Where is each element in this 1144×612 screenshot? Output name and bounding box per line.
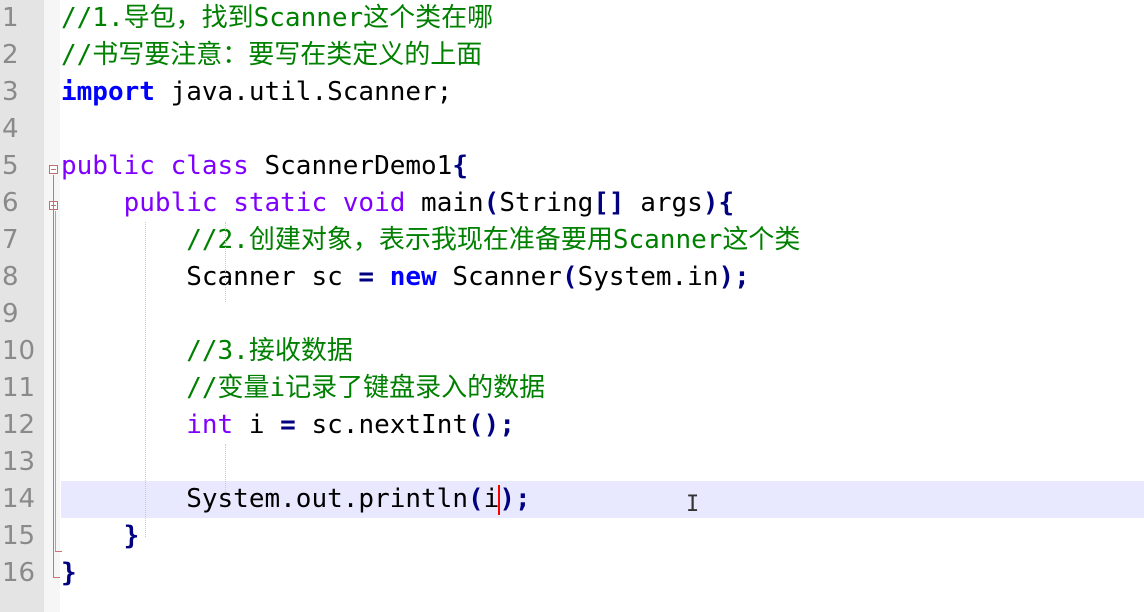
code-token-op: ();: [468, 410, 515, 440]
code-line[interactable]: 4: [0, 111, 1144, 148]
code-line[interactable]: 12 int i = sc.nextInt();: [0, 407, 1144, 444]
line-number: 4: [2, 114, 19, 144]
code-text[interactable]: //3.接收数据: [61, 333, 1144, 370]
code-line[interactable]: 8 Scanner sc = new Scanner(System.in);: [0, 259, 1144, 296]
code-token-op: ): [499, 484, 515, 514]
code-line[interactable]: 1 //1.导包，找到Scanner这个类在哪: [0, 0, 1144, 37]
line-number: 11: [2, 373, 36, 403]
line-number: 7: [2, 225, 19, 255]
code-token-decl: public class: [61, 151, 249, 181]
fold-class-icon[interactable]: [49, 165, 58, 174]
code-text[interactable]: }: [61, 555, 1144, 592]
code-token-op: (: [483, 188, 500, 218]
code-token-plain: i: [483, 484, 500, 514]
code-text[interactable]: public static void main(String[] args){: [61, 185, 1144, 222]
code-token-plain: main: [405, 188, 484, 218]
code-token-op: (: [468, 484, 484, 514]
code-token-op: {: [452, 151, 468, 181]
fold-method-line: [55, 211, 56, 551]
line-number: 1: [2, 3, 19, 33]
code-line[interactable]: 3 import java.util.Scanner;: [0, 74, 1144, 111]
code-line[interactable]: 11 //变量i记录了键盘录入的数据: [0, 370, 1144, 407]
mouse-ibeam-cursor-icon: I: [686, 492, 700, 517]
line-number: 13: [2, 447, 36, 477]
code-token-plain: Scanner: [436, 262, 562, 292]
code-token-plain: sc.nextInt: [295, 410, 469, 440]
code-line[interactable]: 13: [0, 444, 1144, 481]
code-text[interactable]: import java.util.Scanner;: [61, 74, 1144, 111]
indent-guide-method: [145, 222, 147, 537]
code-token-plain: String: [499, 188, 594, 218]
code-token-op: );: [718, 262, 750, 292]
code-token-plain: System.in: [577, 262, 719, 292]
code-token-keyword: import: [61, 77, 155, 107]
code-token-plain: ScannerDemo1: [248, 151, 453, 181]
line-number: 8: [2, 262, 19, 292]
code-text[interactable]: public class ScannerDemo1{: [61, 148, 1144, 185]
code-line[interactable]: 6 public static void main(String[] args)…: [0, 185, 1144, 222]
code-token-comment: //书写要注意：要写在类定义的上面: [61, 40, 483, 70]
code-token-op: }: [123, 521, 140, 551]
code-token-op: }: [61, 558, 77, 588]
code-text[interactable]: [61, 296, 1144, 333]
code-line[interactable]: 7 //2.创建对象，表示我现在准备要用Scanner这个类: [0, 222, 1144, 259]
code-line[interactable]: 9: [0, 296, 1144, 333]
code-text[interactable]: [61, 444, 1144, 481]
code-token-op: ){: [702, 188, 735, 218]
code-token-comment: //变量i记录了键盘录入的数据: [61, 373, 546, 403]
code-line[interactable]: 5 public class ScannerDemo1{: [0, 148, 1144, 185]
code-token-op: ;: [514, 484, 531, 514]
indent-guide-body-2: [225, 444, 227, 492]
code-token-comment: //3.接收数据: [61, 336, 353, 366]
code-token-plain: System.out.println: [61, 484, 468, 514]
fold-class-end: [53, 577, 60, 578]
line-number: 5: [2, 151, 19, 181]
code-text[interactable]: //1.导包，找到Scanner这个类在哪: [61, 0, 1144, 37]
code-token-plain: java.util.Scanner;: [154, 77, 453, 107]
code-token-keyword: new: [389, 262, 437, 292]
code-token-plain: i: [233, 410, 281, 440]
line-number: 6: [2, 188, 19, 218]
code-line[interactable]: 10 //3.接收数据: [0, 333, 1144, 370]
line-number: 9: [2, 299, 19, 329]
code-text[interactable]: System.out.println(i);: [61, 481, 1144, 518]
code-token-op: (: [561, 262, 578, 292]
code-line[interactable]: 14 System.out.println(i);: [0, 481, 1144, 518]
code-text[interactable]: //书写要注意：要写在类定义的上面: [61, 37, 1144, 74]
code-token-plain: args: [624, 188, 703, 218]
fold-method-end: [55, 551, 62, 552]
line-number: 10: [2, 336, 36, 366]
line-number: 3: [2, 77, 19, 107]
line-number: 12: [2, 410, 36, 440]
code-text[interactable]: Scanner sc = new Scanner(System.in);: [61, 259, 1144, 296]
code-line[interactable]: 16}: [0, 555, 1144, 592]
indent-guide-body-1: [225, 222, 227, 302]
line-number: 16: [2, 558, 36, 588]
code-token-op: =: [358, 262, 375, 292]
code-text[interactable]: int i = sc.nextInt();: [61, 407, 1144, 444]
code-text[interactable]: }: [61, 518, 1144, 555]
code-token-decl: public static void: [123, 188, 406, 218]
code-token-comment: //1.导包，找到Scanner这个类在哪: [61, 3, 494, 33]
code-text[interactable]: //变量i记录了键盘录入的数据: [61, 370, 1144, 407]
line-number: 14: [2, 484, 36, 514]
code-editor[interactable]: 1 //1.导包，找到Scanner这个类在哪 2 //书写要注意：要写在类定义的上面…: [0, 0, 1144, 612]
fold-class-line: [53, 175, 54, 577]
code-text[interactable]: //2.创建对象，表示我现在准备要用Scanner这个类: [61, 222, 1144, 259]
code-token-comment: //2.创建对象，表示我现在准备要用Scanner这个类: [61, 225, 801, 255]
code-token-op: []: [593, 188, 625, 218]
code-token-op: =: [280, 410, 296, 440]
code-line[interactable]: 2 //书写要注意：要写在类定义的上面: [0, 37, 1144, 74]
code-line[interactable]: 15 }: [0, 518, 1144, 555]
line-number: 2: [2, 40, 19, 70]
code-token-decl: int: [186, 410, 234, 440]
line-number: 15: [2, 521, 36, 551]
code-text[interactable]: [61, 111, 1144, 148]
code-token-plain: Scanner sc: [61, 262, 359, 292]
